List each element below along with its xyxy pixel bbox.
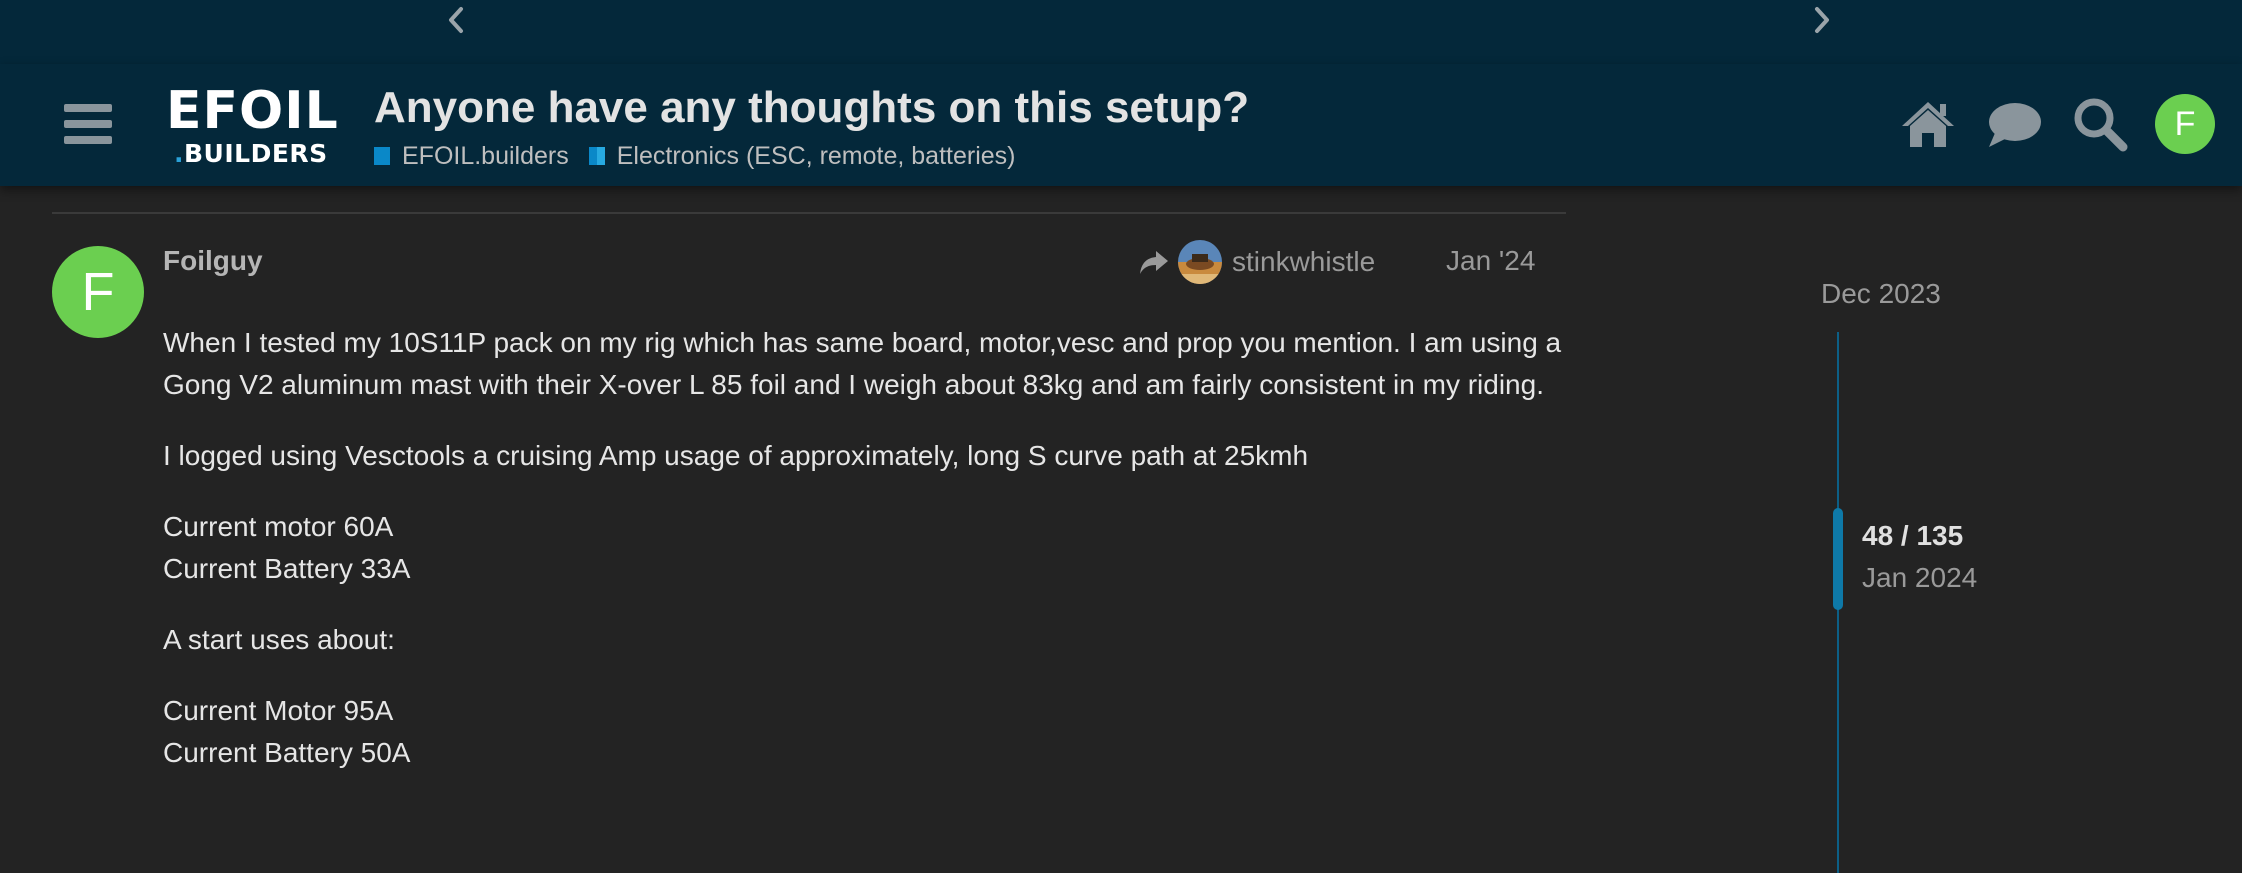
timeline-start-date[interactable]: Dec 2023 <box>1821 278 1941 310</box>
timeline-current-date: Jan 2024 <box>1862 562 1978 593</box>
post-author-name[interactable]: Foilguy <box>163 244 263 278</box>
home-icon <box>1902 102 1954 147</box>
reply-to-link[interactable]: stinkwhistle <box>1138 240 1375 284</box>
post-paragraph: A start uses about: <box>163 624 395 655</box>
category-breadcrumb: EFOIL.builders Electronics (ESC, remote,… <box>374 140 1036 172</box>
logo-subtitle: .BUILDERS <box>174 139 328 168</box>
search-icon <box>2074 98 2128 152</box>
post-author-avatar[interactable]: F <box>52 246 144 338</box>
site-logo[interactable]: EFOIL .BUILDERS <box>166 84 346 170</box>
post-divider <box>52 212 1566 214</box>
chevron-right-icon <box>1815 7 1829 33</box>
timeline-position: 48 / 135 <box>1862 520 1964 551</box>
post-paragraph: I logged using Vesctools a cruising Amp … <box>163 440 1309 471</box>
hamburger-icon <box>64 104 112 112</box>
category-color-badge <box>588 147 605 165</box>
post-paragraph: When I tested my 10S11P pack on my rig w… <box>163 327 1562 400</box>
post-paragraph: Current motor 60A Current Battery 33A <box>163 511 411 584</box>
topic-title[interactable]: Anyone have any thoughts on this setup? <box>374 82 1249 134</box>
previous-topic-button[interactable] <box>440 4 472 36</box>
chat-button[interactable] <box>1982 92 2046 156</box>
site-header: EFOIL .BUILDERS Anyone have any thoughts… <box>0 64 2242 186</box>
reply-user-avatar <box>1178 240 1222 284</box>
timeline-scroll-handle[interactable] <box>1833 508 1843 610</box>
category-electronics[interactable]: Electronics (ESC, remote, batteries) <box>588 142 1016 171</box>
topic-nav-strip <box>0 0 2242 64</box>
reply-arrow-icon <box>1138 248 1170 276</box>
menu-button[interactable] <box>62 100 116 148</box>
post-date[interactable]: Jan '24 <box>1446 244 1535 278</box>
home-button[interactable] <box>1896 92 1960 156</box>
reply-username: stinkwhistle <box>1232 246 1376 277</box>
category-efoil-builders[interactable]: EFOIL.builders <box>374 142 569 171</box>
post-body: When I tested my 10S11P pack on my rig w… <box>163 322 1563 803</box>
category-color-badge <box>374 147 390 165</box>
chevron-left-icon <box>449 7 463 33</box>
search-button[interactable] <box>2068 92 2132 156</box>
current-user-avatar[interactable]: F <box>2155 94 2215 154</box>
chat-icon <box>1989 103 2041 147</box>
logo-wordmark: EFOIL <box>166 81 339 141</box>
next-topic-button[interactable] <box>1806 4 1838 36</box>
post-paragraph: Current Motor 95A Current Battery 50A <box>163 695 411 768</box>
